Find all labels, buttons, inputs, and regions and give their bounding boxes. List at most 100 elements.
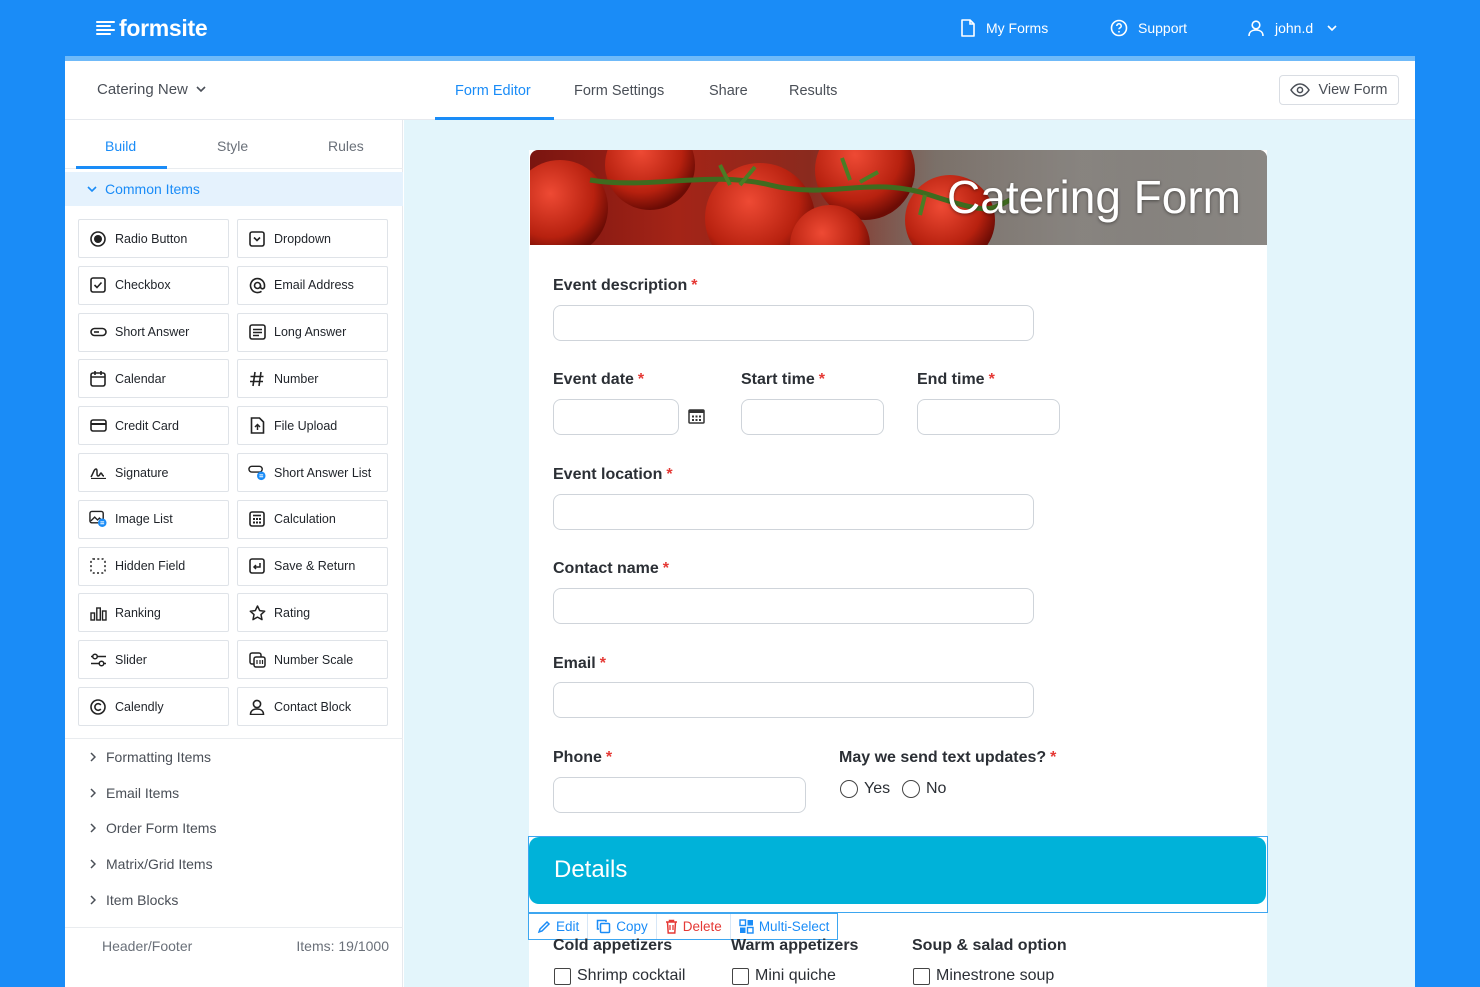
section-order-form-items[interactable]: Order Form Items bbox=[90, 820, 216, 836]
cold-appetizers-title: Cold appetizers bbox=[553, 937, 673, 954]
item-label: Calculation bbox=[274, 512, 336, 527]
start-time-input[interactable] bbox=[741, 399, 884, 435]
section-matrix-grid-items[interactable]: Matrix/Grid Items bbox=[90, 856, 213, 872]
user-menu[interactable]: john.d bbox=[1247, 17, 1337, 39]
section-label: Matrix/Grid Items bbox=[106, 856, 213, 872]
save-return-icon bbox=[248, 557, 266, 575]
common-items-header[interactable]: Common Items bbox=[65, 172, 403, 206]
item-slider-button[interactable]: Slider bbox=[78, 640, 229, 680]
calendar-icon bbox=[89, 370, 107, 388]
required-asterisk: * bbox=[988, 371, 995, 388]
tab-share[interactable]: Share bbox=[709, 61, 748, 120]
item-long-answer-button[interactable]: Long Answer bbox=[237, 312, 388, 352]
section-label: Order Form Items bbox=[106, 820, 217, 836]
short-answer-icon bbox=[89, 323, 107, 341]
section-formatting-items[interactable]: Formatting Items bbox=[90, 749, 211, 765]
item-label: Dropdown bbox=[274, 231, 331, 246]
tab-form-settings[interactable]: Form Settings bbox=[574, 61, 664, 120]
item-dropdown-button[interactable]: Dropdown bbox=[237, 219, 388, 258]
phone-input[interactable] bbox=[553, 777, 806, 813]
help-circle-icon bbox=[1110, 19, 1128, 37]
item-calendly-button[interactable]: Calendly bbox=[78, 687, 229, 726]
long-answer-icon bbox=[248, 323, 266, 341]
item-label: File Upload bbox=[274, 418, 338, 433]
brand-logo[interactable]: formsite bbox=[96, 14, 208, 42]
event-location-input[interactable] bbox=[553, 494, 1034, 530]
start-time-label: Start time * bbox=[741, 371, 826, 388]
hidden-field-icon bbox=[89, 557, 107, 575]
end-time-input[interactable] bbox=[917, 399, 1060, 435]
item-image-list-button[interactable]: Image List bbox=[78, 499, 229, 539]
item-label: Radio Button bbox=[115, 231, 188, 246]
radio-circle-icon bbox=[840, 780, 858, 798]
item-label: Save & Return bbox=[274, 559, 356, 574]
item-file-upload-button[interactable]: File Upload bbox=[237, 406, 388, 446]
checkbox-minestrone-soup[interactable]: Minestrone soup bbox=[913, 967, 1054, 985]
section-email-items[interactable]: Email Items bbox=[90, 785, 179, 801]
item-label: Short Answer bbox=[115, 325, 190, 340]
checkbox-mini-quiche[interactable]: Mini quiche bbox=[732, 967, 836, 985]
radio-circle-icon bbox=[902, 780, 920, 798]
calendly-icon bbox=[89, 698, 107, 716]
item-rating-button[interactable]: Rating bbox=[237, 593, 388, 633]
trash-icon bbox=[665, 919, 677, 934]
header-footer-link[interactable]: Header/Footer bbox=[102, 938, 192, 954]
multi-select-button[interactable]: Multi-Select bbox=[731, 914, 838, 939]
side-tab-rules[interactable]: Rules bbox=[328, 138, 364, 154]
my-forms-link[interactable]: My Forms bbox=[960, 17, 1048, 39]
view-form-button[interactable]: View Form bbox=[1279, 75, 1399, 105]
item-short-answer-button[interactable]: Short Answer bbox=[78, 312, 229, 352]
tab-form-editor[interactable]: Form Editor bbox=[455, 61, 531, 120]
item-checkbox-button[interactable]: Checkbox bbox=[78, 265, 229, 305]
common-items-label: Common Items bbox=[105, 181, 200, 197]
items-count: Items: 19/1000 bbox=[296, 938, 389, 954]
side-tab-build[interactable]: Build bbox=[105, 138, 136, 154]
side-tab-style[interactable]: Style bbox=[217, 138, 248, 154]
item-label: Image List bbox=[115, 512, 173, 527]
contact-name-input[interactable] bbox=[553, 588, 1034, 624]
item-radio-button-button[interactable]: Radio Button bbox=[78, 219, 229, 258]
checkbox-shrimp-cocktail[interactable]: Shrimp cocktail bbox=[554, 967, 685, 985]
copy-button[interactable]: Copy bbox=[588, 914, 657, 939]
checkbox-square-icon bbox=[732, 967, 749, 985]
item-email-address-button[interactable]: Email Address bbox=[237, 265, 388, 305]
form-selector-dropdown[interactable]: Catering New bbox=[97, 81, 206, 98]
item-label: Number bbox=[274, 371, 319, 386]
section-item-blocks[interactable]: Item Blocks bbox=[90, 892, 178, 908]
edit-button[interactable]: Edit bbox=[529, 914, 589, 939]
email-input[interactable] bbox=[553, 682, 1034, 718]
delete-button[interactable]: Delete bbox=[657, 914, 731, 939]
item-save-return-button[interactable]: Save & Return bbox=[237, 546, 388, 586]
item-hidden-field-button[interactable]: Hidden Field bbox=[78, 546, 229, 586]
slider-icon bbox=[89, 651, 107, 669]
radio-yes[interactable]: Yes bbox=[840, 780, 890, 798]
event-description-input[interactable] bbox=[553, 305, 1034, 341]
item-number-button[interactable]: Number bbox=[237, 359, 388, 399]
tab-results[interactable]: Results bbox=[789, 61, 837, 120]
item-credit-card-button[interactable]: Credit Card bbox=[78, 406, 229, 446]
required-asterisk: * bbox=[818, 371, 826, 388]
app-window: formsite My Forms Support john.d Caterin… bbox=[65, 0, 1415, 987]
eye-icon bbox=[1290, 83, 1311, 97]
radio-no[interactable]: No bbox=[902, 780, 946, 798]
item-label: Slider bbox=[115, 652, 147, 667]
item-calendar-button[interactable]: Calendar bbox=[78, 359, 229, 399]
section-label: Formatting Items bbox=[106, 749, 212, 765]
item-contact-block-button[interactable]: Contact Block bbox=[237, 687, 388, 726]
event-date-input[interactable] bbox=[553, 399, 679, 435]
item-signature-button[interactable]: Signature bbox=[78, 453, 229, 492]
support-link[interactable]: Support bbox=[1110, 17, 1187, 39]
item-label: Ranking bbox=[115, 605, 161, 620]
details-heading-block[interactable]: Details bbox=[529, 837, 1266, 904]
copy-icon bbox=[597, 919, 611, 934]
item-number-scale-button[interactable]: Number Scale bbox=[237, 640, 388, 680]
item-label: Number Scale bbox=[274, 652, 354, 667]
credit-card-icon bbox=[89, 417, 107, 435]
item-ranking-button[interactable]: Ranking bbox=[78, 593, 229, 633]
calendar-icon[interactable] bbox=[688, 408, 705, 424]
item-calculation-button[interactable]: Calculation bbox=[237, 499, 388, 539]
item-short-answer-list-button[interactable]: Short Answer List bbox=[237, 453, 388, 492]
pencil-icon bbox=[537, 920, 551, 933]
top-header: formsite My Forms Support john.d bbox=[65, 0, 1415, 56]
item-label: Checkbox bbox=[115, 278, 171, 293]
